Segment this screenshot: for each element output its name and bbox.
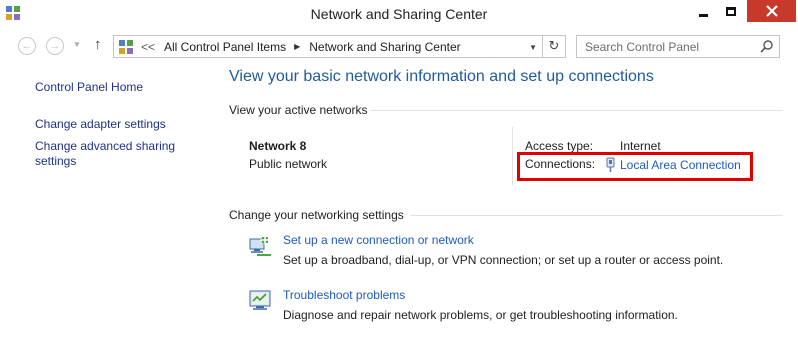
refresh-button[interactable]: ↻ — [542, 36, 565, 57]
recent-locations-dropdown[interactable]: ▼ — [73, 40, 81, 49]
breadcrumb-all-control-panel-items[interactable]: All Control Panel Items — [164, 40, 286, 54]
refresh-icon: ↻ — [548, 38, 560, 53]
setup-connection-link[interactable]: Set up a new connection or network — [283, 233, 474, 247]
breadcrumb-overflow[interactable]: << — [141, 40, 155, 54]
setup-connection-description: Set up a broadband, dial-up, or VPN conn… — [283, 253, 724, 267]
network-details-divider — [512, 127, 513, 185]
troubleshoot-link[interactable]: Troubleshoot problems — [283, 288, 405, 302]
sidebar-item-change-adapter-settings[interactable]: Change adapter settings — [35, 117, 205, 132]
networking-settings-heading: Change your networking settings — [229, 208, 404, 222]
chevron-down-icon: ▼ — [73, 40, 81, 49]
address-dropdown-icon[interactable]: ▼ — [529, 43, 537, 52]
control-panel-icon — [119, 39, 133, 54]
sidebar-item-change-advanced-sharing-settings[interactable]: Change advanced sharing settings — [35, 139, 185, 169]
network-name: Network 8 — [249, 139, 307, 153]
close-icon — [765, 5, 778, 17]
maximize-icon — [725, 6, 736, 16]
breadcrumb-separator-icon[interactable]: ▶ — [294, 42, 300, 51]
sidebar — [0, 62, 218, 364]
troubleshoot-icon — [249, 290, 271, 310]
search-box — [576, 35, 780, 58]
close-button[interactable] — [747, 0, 796, 22]
section-divider — [410, 215, 783, 216]
connections-label: Connections: — [525, 157, 596, 171]
page-title: View your basic network information and … — [229, 68, 654, 85]
window-title: Network and Sharing Center — [310, 6, 488, 22]
active-networks-heading: View your active networks — [229, 103, 368, 117]
search-icon[interactable] — [760, 40, 773, 53]
minimize-button[interactable] — [690, 0, 717, 22]
breadcrumb-network-sharing-center[interactable]: Network and Sharing Center — [309, 40, 460, 54]
network-type[interactable]: Public network — [249, 157, 327, 171]
search-input[interactable] — [585, 39, 755, 54]
access-type-value: Internet — [620, 139, 661, 153]
local-area-connection-link[interactable]: Local Area Connection — [605, 157, 741, 173]
sidebar-item-control-panel-home[interactable]: Control Panel Home — [35, 80, 205, 95]
back-button[interactable]: ← — [18, 37, 36, 55]
address-bar[interactable]: << All Control Panel Items ▶ Network and… — [113, 35, 566, 58]
ethernet-icon — [606, 157, 615, 172]
troubleshoot-description: Diagnose and repair network problems, or… — [283, 308, 678, 322]
access-type-label: Access type: — [525, 139, 594, 153]
forward-arrow-icon: → — [49, 40, 61, 52]
minimize-icon — [699, 13, 708, 17]
connection-name[interactable]: Local Area Connection — [620, 158, 741, 172]
section-divider — [371, 110, 783, 111]
up-button[interactable]: ↑ — [94, 36, 102, 53]
back-arrow-icon: ← — [21, 40, 33, 52]
forward-button[interactable]: → — [46, 37, 64, 55]
navigation-bar: ← → ▼ ↑ << All Control Panel Items ▶ Net… — [0, 32, 798, 60]
title-bar: Network and Sharing Center — [0, 0, 798, 30]
maximize-button[interactable] — [717, 0, 744, 22]
network-setup-icon — [249, 235, 271, 256]
up-arrow-icon: ↑ — [94, 36, 102, 53]
